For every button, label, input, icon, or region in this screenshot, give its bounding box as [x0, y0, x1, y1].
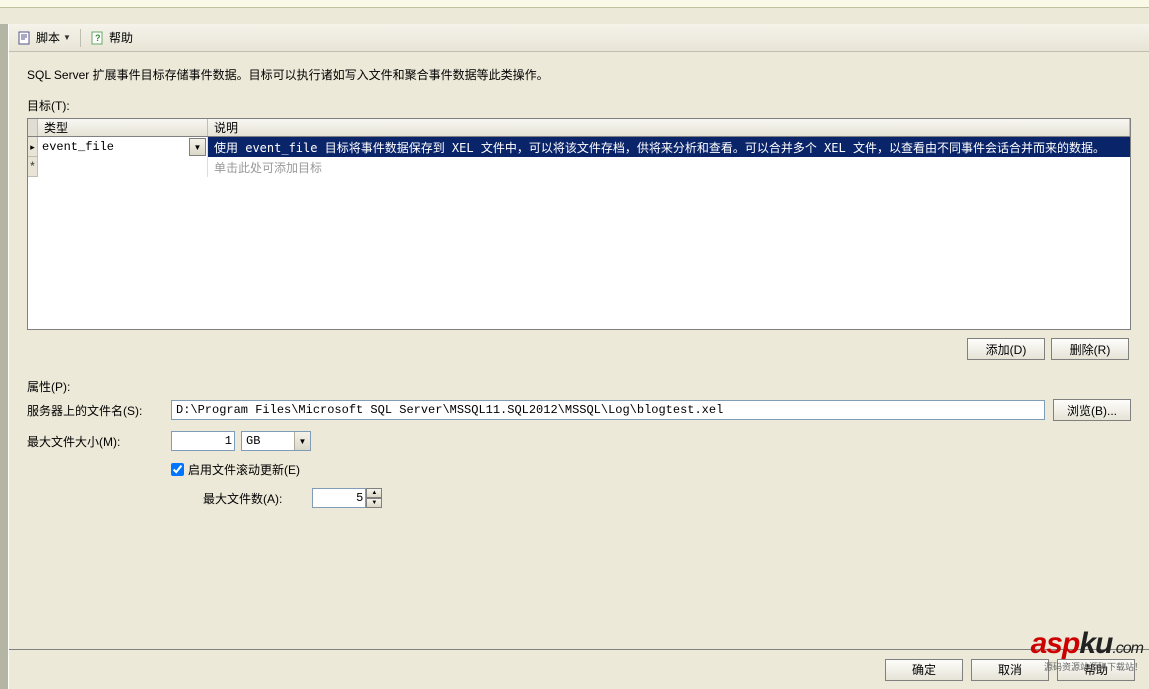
type-cell-empty[interactable] [38, 157, 208, 177]
row-selector-icon[interactable] [28, 137, 38, 157]
properties-label: 属性(P): [27, 378, 1131, 395]
maxfiles-spinner[interactable]: ▲ ▼ [312, 488, 382, 508]
script-button[interactable]: 脚本 ▼ [13, 27, 75, 48]
col-type-header[interactable]: 类型 [38, 119, 208, 136]
svg-text:?: ? [95, 33, 101, 43]
table-row[interactable]: event_file ▼ 使用 event_file 目标将事件数据保存到 XE… [28, 137, 1130, 157]
maxsize-input[interactable] [171, 431, 235, 451]
help-icon: ? [90, 30, 106, 46]
desc-cell: 使用 event_file 目标将事件数据保存到 XEL 文件中，可以将该文件存… [208, 137, 1130, 157]
maxfiles-label: 最大文件数(A): [203, 490, 282, 507]
maxsize-row: 最大文件大小(M): GB ▼ [27, 431, 1131, 451]
help-label: 帮助 [109, 29, 133, 46]
rollover-row: 启用文件滚动更新(E) [171, 461, 1131, 478]
unit-value: GB [242, 434, 294, 448]
add-button[interactable]: 添加(D) [967, 338, 1045, 360]
cancel-button[interactable]: 取消 [971, 659, 1049, 681]
spinner-buttons: ▲ ▼ [366, 488, 382, 508]
targets-table-header: 类型 说明 [27, 118, 1131, 136]
toolbar: 脚本 ▼ ? 帮助 [9, 24, 1149, 52]
ok-button[interactable]: 确定 [885, 659, 963, 681]
spinner-down-icon[interactable]: ▼ [366, 498, 382, 508]
script-label: 脚本 [36, 29, 60, 46]
row-handle-header [28, 119, 38, 136]
remove-button[interactable]: 删除(R) [1051, 338, 1129, 360]
maxfiles-input[interactable] [312, 488, 366, 508]
chevron-down-icon[interactable]: ▼ [294, 432, 310, 450]
row-new-icon[interactable] [28, 157, 38, 177]
toolbar-separator [80, 29, 81, 47]
chevron-down-icon: ▼ [63, 33, 71, 42]
main-frame: 脚本 ▼ ? 帮助 SQL Server 扩展事件目标存储事件数据。目标可以执行… [0, 8, 1149, 689]
type-value: event_file [38, 137, 189, 157]
help-button-bottom[interactable]: 帮助 [1057, 659, 1135, 681]
script-icon [17, 30, 33, 46]
rollover-checkbox[interactable] [171, 463, 184, 476]
type-cell[interactable]: event_file ▼ [38, 137, 208, 157]
maxsize-label: 最大文件大小(M): [27, 433, 171, 450]
filename-row: 服务器上的文件名(S): 浏览(B)... [27, 399, 1131, 421]
targets-button-row: 添加(D) 删除(R) [27, 338, 1131, 360]
left-sidebar-strip [0, 24, 8, 689]
filename-input[interactable] [171, 400, 1045, 420]
dialog-button-bar: 确定 取消 帮助 [9, 649, 1149, 689]
dialog-panel: 脚本 ▼ ? 帮助 SQL Server 扩展事件目标存储事件数据。目标可以执行… [8, 24, 1149, 689]
table-row-placeholder[interactable]: 单击此处可添加目标 [28, 157, 1130, 177]
col-desc-header[interactable]: 说明 [208, 119, 1130, 136]
rollover-label: 启用文件滚动更新(E) [188, 461, 300, 478]
top-strip [0, 0, 1149, 8]
filename-label: 服务器上的文件名(S): [27, 402, 171, 419]
content-area: SQL Server 扩展事件目标存储事件数据。目标可以执行诸如写入文件和聚合事… [9, 52, 1149, 689]
description-text: SQL Server 扩展事件目标存储事件数据。目标可以执行诸如写入文件和聚合事… [27, 66, 1131, 83]
properties-section: 属性(P): 服务器上的文件名(S): 浏览(B)... 最大文件大小(M): … [27, 378, 1131, 508]
chevron-down-icon[interactable]: ▼ [189, 138, 206, 156]
maxsize-unit-select[interactable]: GB ▼ [241, 431, 311, 451]
placeholder-text: 单击此处可添加目标 [208, 157, 1130, 177]
targets-label: 目标(T): [27, 97, 1131, 114]
browse-button[interactable]: 浏览(B)... [1053, 399, 1131, 421]
maxfiles-row: 最大文件数(A): ▲ ▼ [203, 488, 1131, 508]
help-button[interactable]: ? 帮助 [86, 27, 137, 48]
spinner-up-icon[interactable]: ▲ [366, 488, 382, 498]
targets-table-body: event_file ▼ 使用 event_file 目标将事件数据保存到 XE… [27, 136, 1131, 330]
